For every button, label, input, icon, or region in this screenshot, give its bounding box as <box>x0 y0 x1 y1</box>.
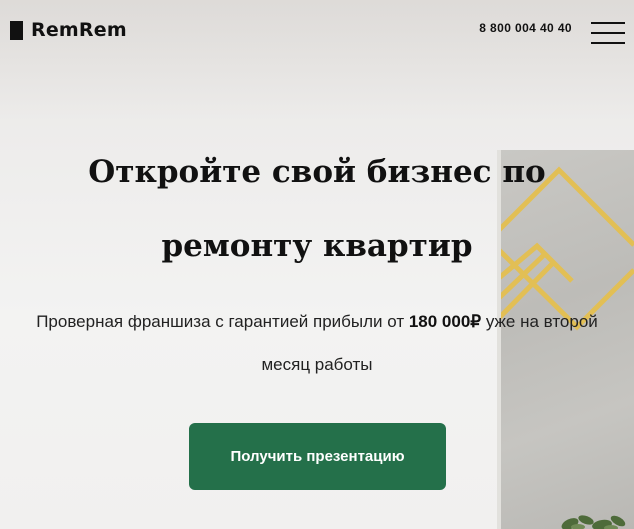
hero-subtitle-text: Проверная франшиза с гарантией прибыли о… <box>36 312 409 331</box>
hero-subtitle: Проверная франшиза с гарантией прибыли о… <box>12 300 622 386</box>
hero-profit-amount: 180 000₽ <box>408 312 482 331</box>
logo-link[interactable]: RemRem <box>10 18 127 42</box>
hero-title: Откройте свой бизнес по ремонту квартир <box>88 154 546 264</box>
site-header: RemRem 8 800 004 40 40 <box>0 0 634 60</box>
logo-text: RemRem <box>31 19 127 41</box>
phone-link[interactable]: 8 800 004 40 40 <box>479 21 572 35</box>
plant-leaves-image <box>561 515 626 529</box>
get-presentation-button[interactable]: Получить презентацию <box>189 423 446 490</box>
logo-square-icon <box>10 20 23 40</box>
burger-menu-icon[interactable] <box>591 22 625 44</box>
